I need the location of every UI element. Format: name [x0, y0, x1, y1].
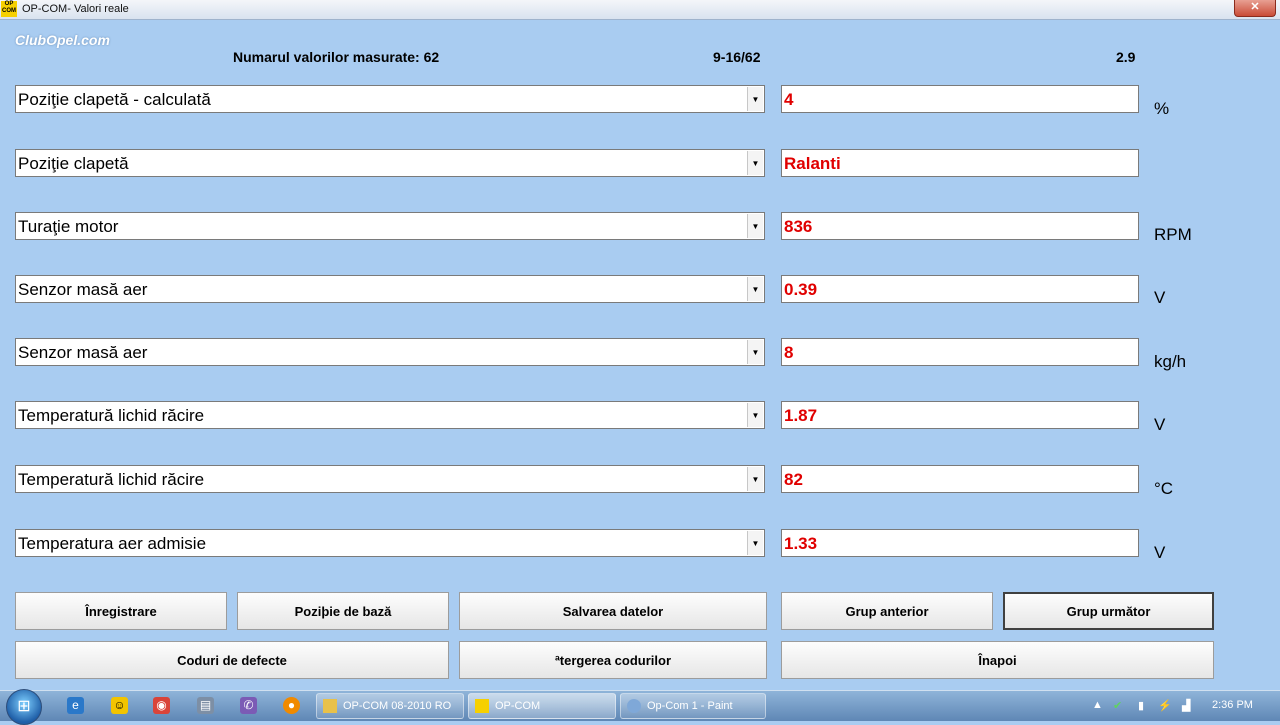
value-field-3: 836: [781, 212, 1139, 240]
title-bar: OP COM OP-COM- Valori reale ✕: [0, 0, 1280, 20]
watermark-logo: ClubOpel.com: [15, 32, 110, 48]
base-position-button[interactable]: Poziþie de bază: [237, 592, 449, 630]
window-title: OP-COM- Valori reale: [22, 3, 129, 15]
safely-remove-icon[interactable]: ✔: [1113, 699, 1122, 712]
parameter-label: Turaţie motor: [18, 217, 119, 236]
internet-explorer-icon[interactable]: e: [67, 697, 84, 714]
parameter-label: Temperatură lichid răcire: [18, 470, 205, 489]
task-label: OP-COM: [495, 700, 541, 712]
chevron-down-icon[interactable]: ▼: [747, 214, 763, 238]
chevron-down-icon[interactable]: ▼: [747, 151, 763, 175]
value-range: 9-16/62: [713, 49, 761, 65]
measured-values-count: Numarul valorilor masurate: 62: [233, 49, 440, 65]
unit-label-6: V: [1154, 415, 1166, 434]
task-opcom-folder[interactable]: OP-COM 08-2010 RO: [316, 693, 464, 719]
version-label: 2.9: [1116, 49, 1136, 65]
parameter-select-6[interactable]: Temperatură lichid răcire ▼: [15, 401, 765, 429]
task-label: Op-Com 1 - Paint: [647, 700, 733, 712]
parameter-label: Poziţie clapetă: [18, 154, 129, 173]
value-text: 8: [784, 343, 794, 362]
browser-orb-icon[interactable]: ●: [283, 697, 300, 714]
value-field-8: 1.33: [781, 529, 1139, 557]
parameter-select-8[interactable]: Temperatura aer admisie ▼: [15, 529, 765, 557]
fault-codes-button[interactable]: Coduri de defecte: [15, 641, 449, 679]
battery-icon[interactable]: ▮: [1138, 699, 1144, 712]
value-field-2: Ralanti: [781, 149, 1139, 177]
clear-codes-button[interactable]: ªtergerea codurilor: [459, 641, 767, 679]
unit-label-4: V: [1154, 288, 1166, 307]
parameter-label: Temperatură lichid răcire: [18, 406, 205, 425]
previous-group-button[interactable]: Grup anterior: [781, 592, 993, 630]
value-text: 0.39: [784, 280, 818, 299]
unit-label-7: °C: [1154, 479, 1174, 498]
network-signal-icon[interactable]: ▟: [1182, 699, 1190, 712]
task-paint[interactable]: Op-Com 1 - Paint: [620, 693, 766, 719]
value-field-6: 1.87: [781, 401, 1139, 429]
value-field-7: 82: [781, 465, 1139, 493]
parameter-label: Poziţie clapetă - calculată: [18, 90, 211, 109]
unit-label-1: %: [1154, 99, 1170, 118]
value-field-5: 8: [781, 338, 1139, 366]
parameter-label: Temperatura aer admisie: [18, 534, 207, 553]
unit-label-5: kg/h: [1154, 352, 1187, 371]
value-text: 1.33: [784, 534, 818, 553]
parameter-select-4[interactable]: Senzor masă aer ▼: [15, 275, 765, 303]
show-hidden-icons-icon[interactable]: ▲: [1092, 699, 1103, 711]
unit-label-3: RPM: [1154, 225, 1192, 244]
taskbar: ⊞ e ☺ ◉ ▤ ✆ ● OP-COM 08-2010 RO OP-COM O…: [0, 689, 1280, 725]
chevron-down-icon[interactable]: ▼: [747, 531, 763, 555]
value-text: Ralanti: [784, 154, 841, 173]
opcom-app-icon: OP COM: [1, 1, 17, 17]
chevron-down-icon[interactable]: ▼: [747, 403, 763, 427]
power-icon[interactable]: ⚡: [1158, 699, 1172, 712]
value-text: 82: [784, 470, 803, 489]
parameter-select-5[interactable]: Senzor masă aer ▼: [15, 338, 765, 366]
value-text: 836: [784, 217, 813, 236]
chrome-icon[interactable]: ◉: [153, 697, 170, 714]
opcom-icon: [475, 699, 489, 713]
unit-label-8: V: [1154, 543, 1166, 562]
task-label: OP-COM 08-2010 RO: [343, 700, 452, 712]
task-opcom[interactable]: OP-COM: [468, 693, 616, 719]
value-field-1: 4: [781, 85, 1139, 113]
next-group-button[interactable]: Grup următor: [1003, 592, 1214, 630]
chevron-down-icon[interactable]: ▼: [747, 340, 763, 364]
messenger-icon[interactable]: ☺: [111, 697, 128, 714]
parameter-label: Senzor masă aer: [18, 343, 148, 362]
parameter-select-2[interactable]: Poziţie clapetă ▼: [15, 149, 765, 177]
parameter-select-3[interactable]: Turaţie motor ▼: [15, 212, 765, 240]
folder-icon: [323, 699, 337, 713]
close-button[interactable]: ✕: [1234, 0, 1276, 17]
chevron-down-icon[interactable]: ▼: [747, 87, 763, 111]
chat-icon[interactable]: ▤: [197, 697, 214, 714]
viber-icon[interactable]: ✆: [240, 697, 257, 714]
save-data-button[interactable]: Salvarea datelor: [459, 592, 767, 630]
parameter-select-1[interactable]: Poziţie clapetă - calculată ▼: [15, 85, 765, 113]
clock[interactable]: 2:36 PM: [1212, 699, 1253, 711]
paint-icon: [627, 699, 641, 713]
parameter-select-7[interactable]: Temperatură lichid răcire ▼: [15, 465, 765, 493]
chevron-down-icon[interactable]: ▼: [747, 467, 763, 491]
value-text: 1.87: [784, 406, 818, 425]
value-field-4: 0.39: [781, 275, 1139, 303]
back-button[interactable]: Înapoi: [781, 641, 1214, 679]
record-button[interactable]: Înregistrare: [15, 592, 227, 630]
value-text: 4: [784, 90, 794, 109]
parameter-label: Senzor masă aer: [18, 280, 148, 299]
chevron-down-icon[interactable]: ▼: [747, 277, 763, 301]
